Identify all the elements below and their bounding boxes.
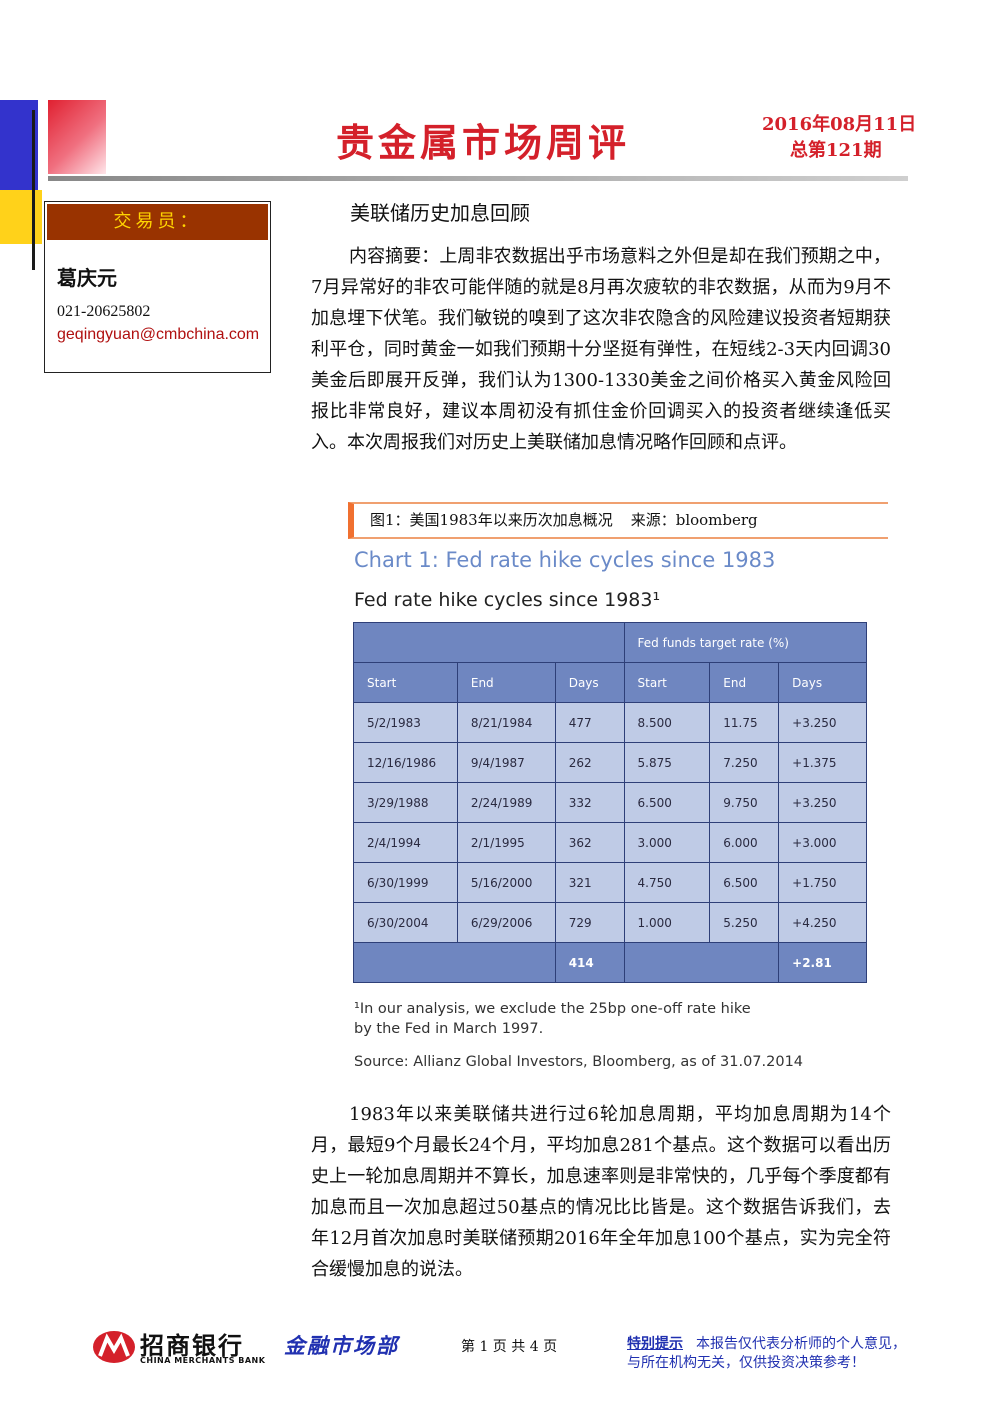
cmb-logo-icon: [93, 1331, 135, 1363]
column-header: Days: [778, 662, 867, 703]
table-total-row: 414 +2.81: [353, 942, 867, 983]
page-number: 第 1 页 共 4 页: [461, 1339, 558, 1355]
table-cell: 362: [554, 822, 625, 863]
section-title: 美联储历史加息回顾: [350, 201, 530, 225]
table-cell: 11.75: [709, 702, 780, 743]
report-date: 2016年08月11日: [762, 114, 917, 135]
column-header: End: [709, 662, 780, 703]
trader-box: 交易员： 葛庆元 021-20625802 geqingyuan@cmbchin…: [44, 201, 271, 373]
table-group-header-empty: [353, 622, 625, 663]
table-cell: 477: [554, 702, 625, 743]
table-cell: 332: [554, 782, 625, 823]
table-group-header: Fed funds target rate (%): [623, 622, 868, 663]
table-cell: +1.750: [778, 862, 867, 903]
table-cell: 2/1/1995: [456, 822, 556, 863]
table-cell: 5/2/1983: [353, 702, 458, 743]
table-row: 3/29/1988 2/24/1989 332 6.500 9.750 +3.2…: [353, 782, 867, 823]
table-cell: +3.000: [778, 822, 867, 863]
footnote-line: ¹In our analysis, we exclude the 25bp on…: [354, 1001, 751, 1017]
bank-name-en: CHINA MERCHANTS BANK: [140, 1356, 266, 1365]
column-header: Start: [353, 662, 458, 703]
table-cell: 6/30/2004: [353, 902, 458, 943]
table-row: 6/30/1999 5/16/2000 321 4.750 6.500 +1.7…: [353, 862, 867, 903]
table-row: 12/16/1986 9/4/1987 262 5.875 7.250 +1.3…: [353, 742, 867, 783]
figure-caption-text: 图1：美国1983年以来历次加息概况: [370, 511, 613, 529]
table-cell: 1.000: [623, 902, 711, 943]
header-rule: [48, 176, 908, 181]
notice-text-2: 与所在机构无关，仅供投资决策参考！: [627, 1355, 865, 1371]
table-cell: 2/4/1994: [353, 822, 458, 863]
table-cell: 6.000: [709, 822, 780, 863]
table-cell: +4.250: [778, 902, 867, 943]
table-cell: 5/16/2000: [456, 862, 556, 903]
table-cell: +3.250: [778, 702, 867, 743]
table-cell: 6.500: [709, 862, 780, 903]
report-title: 贵金属市场周评: [336, 120, 631, 165]
table-cell: 8.500: [623, 702, 711, 743]
table-cell: 4.750: [623, 862, 711, 903]
footnote-line: by the Fed in March 1997.: [354, 1021, 544, 1037]
notice-text: 本报告仅代表分析师的个人意见，: [696, 1336, 906, 1352]
table-cell: 321: [554, 862, 625, 903]
table-cell: 6/30/1999: [353, 862, 458, 903]
table-row: 5/2/1983 8/21/1984 477 8.500 11.75 +3.25…: [353, 702, 867, 743]
table-total-spacer: [353, 942, 556, 983]
table-cell: 3/29/1988: [353, 782, 458, 823]
trader-name: 葛庆元: [57, 266, 117, 290]
column-header: Days: [554, 662, 625, 703]
table-cell: 2/24/1989: [456, 782, 556, 823]
table-cell: 7.250: [709, 742, 780, 783]
column-header: End: [456, 662, 556, 703]
table-cell: 262: [554, 742, 625, 783]
table-cell: 6.500: [623, 782, 711, 823]
table-cell: 729: [554, 902, 625, 943]
table-cell: 6/29/2006: [456, 902, 556, 943]
report-issue: 总第121期: [790, 140, 882, 161]
table-cell: 9.750: [709, 782, 780, 823]
header-decor-yellow-block: [0, 190, 42, 244]
trader-email-link[interactable]: geqingyuan@cmbchina.com: [57, 326, 259, 344]
rate-hike-table: Fed funds target rate (%) Start End Days…: [353, 622, 868, 983]
analysis-paragraph: 1983年以来美联储共进行过6轮加息周期，平均加息周期为14个月，最短9个月最长…: [311, 1104, 891, 1280]
table-cell: +1.375: [778, 742, 867, 783]
table-cell: 5.250: [709, 902, 780, 943]
notice-label: 特别提示: [627, 1336, 683, 1352]
column-header: Start: [623, 662, 711, 703]
table-group-header-row: Fed funds target rate (%): [353, 622, 868, 663]
figure-caption-bar: 图1：美国1983年以来历次加息概况 来源：bloomberg: [348, 502, 888, 539]
table-cell: 8/21/1984: [456, 702, 556, 743]
summary-paragraph: 内容摘要：上周非农数据出乎市场意料之外但是却在我们预期之中，7月异常好的非农可能…: [311, 246, 891, 453]
table-header-row: Start End Days Start End Days: [353, 662, 867, 703]
table-source: Source: Allianz Global Investors, Bloomb…: [354, 1054, 804, 1070]
figure-source: 来源：bloomberg: [630, 511, 758, 529]
trader-phone: 021-20625802: [57, 303, 151, 320]
table-cell: +3.250: [778, 782, 867, 823]
table-row: 6/30/2004 6/29/2006 729 1.000 5.250 +4.2…: [353, 902, 867, 943]
header-decor-red-block: [48, 100, 106, 174]
table-footnote: ¹In our analysis, we exclude the 25bp on…: [354, 999, 751, 1039]
table-cell: 9/4/1987: [456, 742, 556, 783]
chart-subtitle: Fed rate hike cycles since 1983¹: [354, 589, 661, 611]
table-row: 2/4/1994 2/1/1995 362 3.000 6.000 +3.000: [353, 822, 867, 863]
table-cell: 5.875: [623, 742, 711, 783]
table-cell: 3.000: [623, 822, 711, 863]
table-cell: 12/16/1986: [353, 742, 458, 783]
chart-title: Chart 1: Fed rate hike cycles since 1983: [354, 548, 776, 572]
figure-caption: 图1：美国1983年以来历次加息概况 来源：bloomberg: [370, 509, 758, 530]
table-total-change: +2.81: [778, 942, 867, 983]
department-name: 金融市场部: [284, 1333, 399, 1358]
trader-heading: 交易员：: [47, 204, 268, 240]
table-total-spacer: [623, 942, 780, 983]
table-total-days: 414: [554, 942, 625, 983]
header-decor-vertical-line: [32, 110, 35, 270]
